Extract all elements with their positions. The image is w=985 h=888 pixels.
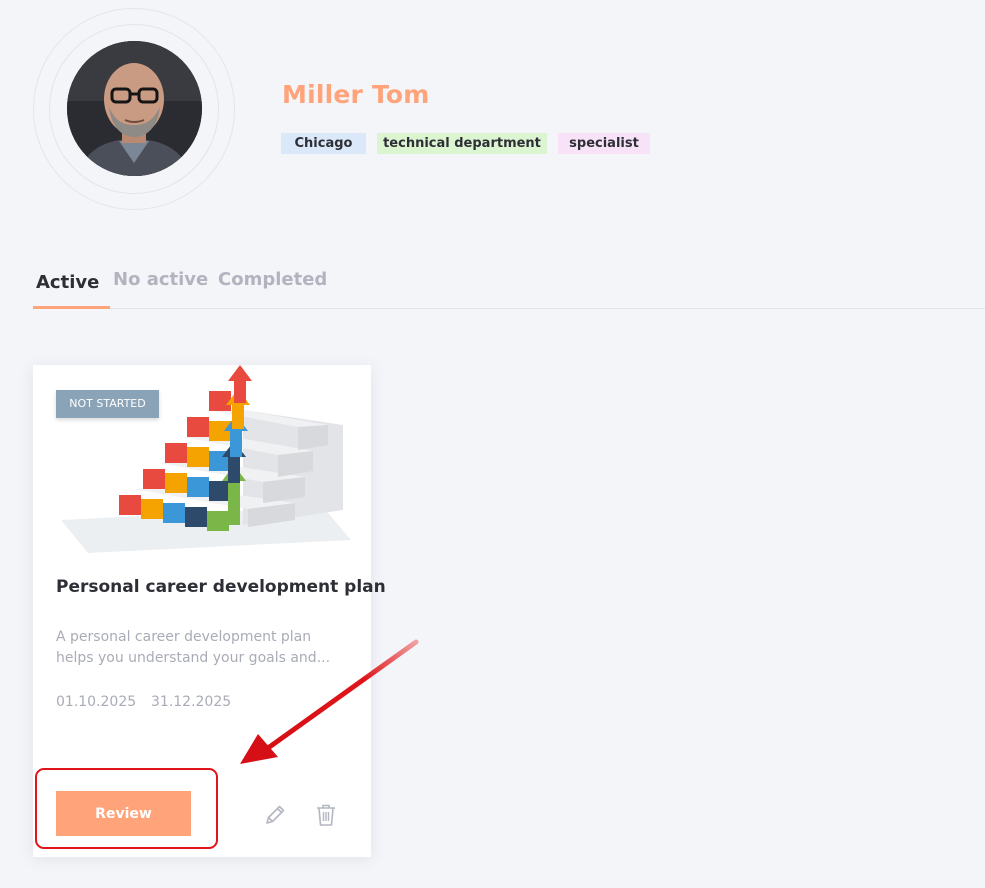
card-description: A personal career development plan helps… [56, 629, 331, 666]
profile-name: Miller Tom [282, 80, 430, 109]
trash-icon[interactable] [313, 802, 339, 828]
tabs-divider [33, 308, 985, 309]
avatar [67, 41, 202, 176]
role-tag: specialist [558, 133, 650, 154]
start-date: 01.10.2025 [56, 694, 137, 710]
pencil-icon[interactable] [262, 802, 288, 828]
end-date: 31.12.2025 [151, 694, 232, 710]
tab-no-active[interactable]: No active [113, 269, 208, 290]
active-tab-indicator [33, 306, 110, 309]
card-title: Personal career development plan [56, 577, 386, 597]
status-badge: NOT STARTED [56, 390, 159, 418]
department-tag: technical department [377, 133, 547, 154]
city-tag: Chicago [281, 133, 366, 154]
tab-active[interactable]: Active [36, 272, 99, 293]
annotation-highlight-box [35, 768, 218, 849]
tab-completed[interactable]: Completed [218, 269, 327, 290]
